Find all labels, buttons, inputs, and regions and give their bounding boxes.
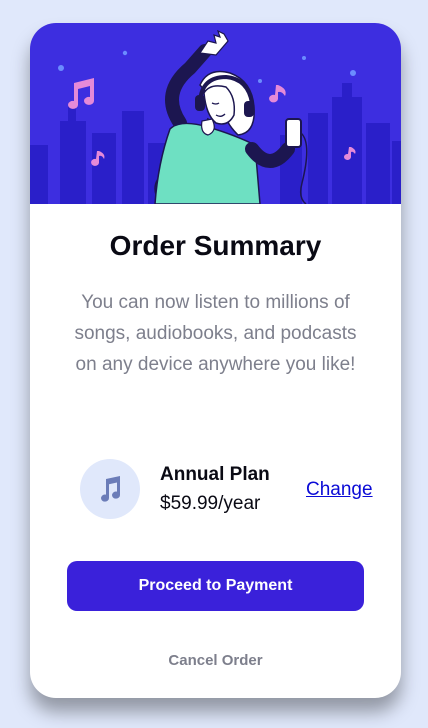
phone-icon xyxy=(285,118,302,148)
plan-price: $59.99/year xyxy=(160,493,261,514)
plan-name: Annual Plan xyxy=(160,464,270,485)
summary-description: You can now listen to millions of songs,… xyxy=(74,292,357,375)
order-summary-card: Order Summary You can now listen to mill… xyxy=(30,23,401,698)
proceed-to-payment-button[interactable]: Proceed to Payment xyxy=(67,561,364,611)
plan-icon-circle xyxy=(80,459,140,519)
hero-illustration xyxy=(30,23,401,204)
page-title: Order Summary xyxy=(109,230,322,261)
music-note-icon xyxy=(68,78,94,109)
plan-summary: Annual Plan $59.99/year Change xyxy=(80,459,380,519)
music-note-icon xyxy=(269,85,286,103)
cancel-order-button[interactable]: Cancel Order xyxy=(30,652,401,669)
change-plan-link[interactable]: Change xyxy=(306,479,373,501)
music-note-icon xyxy=(101,476,121,502)
